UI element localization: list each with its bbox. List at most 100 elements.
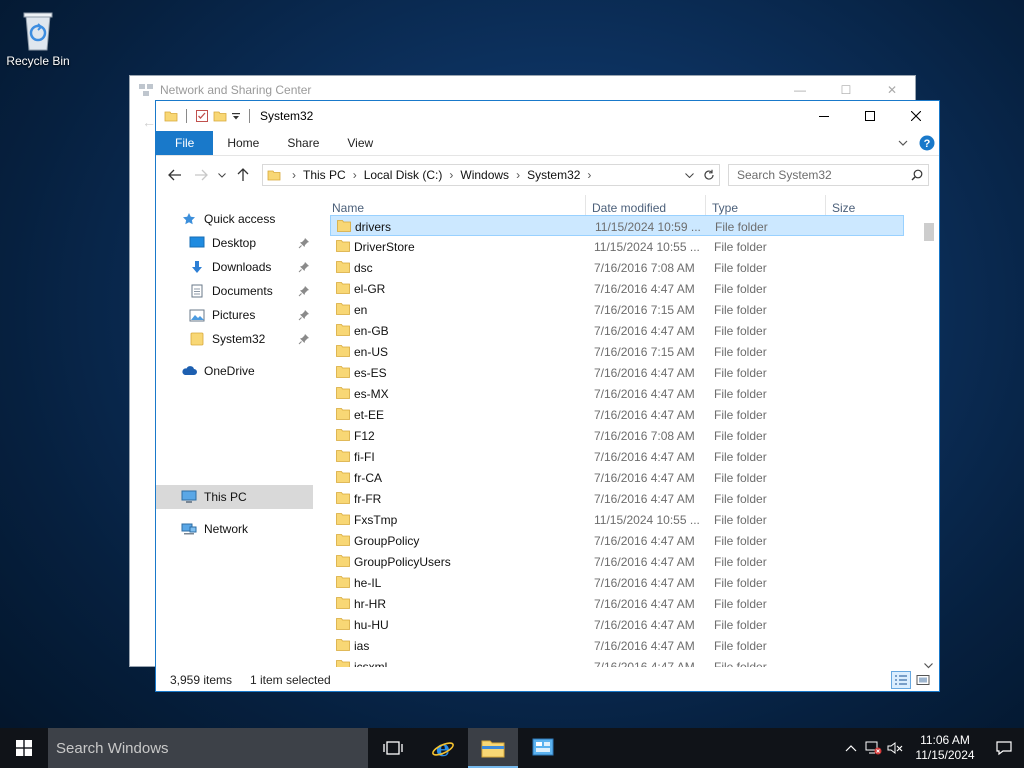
file-row[interactable]: drivers 11/15/2024 10:59 ... File folder [330,215,904,236]
recycle-bin-icon [18,8,58,52]
back-button[interactable] [162,162,188,188]
nav-onedrive[interactable]: OneDrive [180,360,255,382]
nav-label: Desktop [212,236,257,250]
pin-icon [298,333,310,345]
nav-network[interactable]: Network [180,518,248,540]
file-type: File folder [714,387,767,401]
file-row[interactable]: es-ES 7/16/2016 4:47 AM File folder [330,362,904,383]
breadcrumb-this-pc[interactable]: This PC [303,168,346,182]
chevron-right-icon[interactable]: › [580,168,598,182]
recent-locations-button[interactable] [214,162,230,188]
search-input[interactable] [729,167,906,183]
chevron-right-icon[interactable]: › [285,168,303,182]
help-icon[interactable]: ? [915,131,939,155]
file-row[interactable]: GroupPolicy 7/16/2016 4:47 AM File folder [330,530,904,551]
nav-documents[interactable]: Documents [188,280,309,302]
file-date-modified: 7/16/2016 4:47 AM [594,639,695,653]
address-dropdown-button[interactable] [679,165,699,185]
chevron-right-icon[interactable]: › [346,168,364,182]
chevron-right-icon[interactable]: › [509,168,527,182]
task-view-button[interactable] [368,728,418,768]
minimize-button[interactable] [801,101,847,131]
file-row[interactable]: FxsTmp 11/15/2024 10:55 ... File folder [330,509,904,530]
nav-pictures[interactable]: Pictures [188,304,309,326]
refresh-button[interactable] [699,165,719,185]
address-bar[interactable]: › This PC › Local Disk (C:) › Windows › … [262,164,720,186]
tab-home[interactable]: Home [213,131,273,155]
notification-icon [996,741,1012,756]
taskbar-internet-explorer[interactable]: e [418,728,468,768]
file-row[interactable]: ias 7/16/2016 4:47 AM File folder [330,635,904,656]
file-row[interactable]: fr-CA 7/16/2016 4:47 AM File folder [330,467,904,488]
file-row[interactable]: et-EE 7/16/2016 4:47 AM File folder [330,404,904,425]
action-center-button[interactable] [984,740,1024,756]
taskbar-file-explorer[interactable] [468,728,518,768]
star-icon [180,211,198,227]
file-row[interactable]: GroupPolicyUsers 7/16/2016 4:47 AM File fo… [330,551,904,572]
file-type: File folder [714,597,767,611]
maximize-button[interactable] [847,101,893,131]
file-explorer-window[interactable]: System32 File Home Share View ? › This P… [155,100,940,692]
scrollbar-thumb[interactable] [924,223,934,241]
file-row[interactable]: F12 7/16/2016 7:08 AM File folder [330,425,904,446]
details-view-icon[interactable] [891,671,911,689]
taskbar-control-panel[interactable] [518,728,568,768]
tab-file[interactable]: File [156,131,214,155]
breadcrumb-system32[interactable]: System32 [527,168,580,182]
file-date-modified: 7/16/2016 4:47 AM [594,534,695,548]
tab-view[interactable]: View [333,131,387,155]
recycle-bin-shortcut[interactable]: Recycle Bin [4,6,72,68]
folder-icon [336,554,350,567]
large-icons-view-icon[interactable] [913,671,933,689]
volume-muted-icon[interactable] [884,740,906,756]
expand-ribbon-icon[interactable] [891,131,915,155]
back-arrow-icon[interactable]: ← [142,114,156,130]
file-row[interactable]: el-GR 7/16/2016 4:47 AM File folder [330,278,904,299]
forward-button[interactable] [188,162,214,188]
show-hidden-icons-icon[interactable] [840,744,862,752]
file-row[interactable]: hr-HR 7/16/2016 4:47 AM File folder [330,593,904,614]
new-folder-icon[interactable] [213,109,227,123]
breadcrumb-local-disk[interactable]: Local Disk (C:) [364,168,443,182]
start-button[interactable] [0,728,48,768]
file-row[interactable]: en 7/16/2016 7:15 AM File folder [330,299,904,320]
nav-desktop[interactable]: Desktop [188,232,309,254]
up-button[interactable] [230,162,256,188]
file-row[interactable]: fi-FI 7/16/2016 4:47 AM File folder [330,446,904,467]
file-row[interactable]: icsxml 7/16/2016 4:47 AM File folder [330,656,904,667]
file-row[interactable]: DriverStore 11/15/2024 10:55 ... File fold… [330,236,904,257]
clock[interactable]: 11:06 AM 11/15/2024 [910,733,980,763]
title-bar[interactable]: System32 [156,101,939,131]
file-row[interactable]: en-US 7/16/2016 7:15 AM File folder [330,341,904,362]
folder-icon [336,596,350,609]
chevron-right-icon[interactable]: › [442,168,460,182]
file-row[interactable]: en-GB 7/16/2016 4:47 AM File folder [330,320,904,341]
file-type: File folder [714,450,767,464]
folder-icon [336,407,350,420]
search-icon[interactable] [906,169,928,181]
file-row[interactable]: dsc 7/16/2016 7:08 AM File folder [330,257,904,278]
nav-label: System32 [212,332,266,346]
file-row[interactable]: fr-FR 7/16/2016 4:47 AM File folder [330,488,904,509]
file-row[interactable]: es-MX 7/16/2016 4:47 AM File folder [330,383,904,404]
pin-icon [298,261,310,273]
taskbar-search-box[interactable]: Search Windows [48,728,368,768]
network-disconnected-icon[interactable] [862,740,884,756]
vertical-scrollbar[interactable] [920,211,937,669]
taskbar-search-placeholder: Search Windows [56,739,169,757]
file-row[interactable]: he-IL 7/16/2016 4:47 AM File folder [330,572,904,593]
file-row[interactable]: hu-HU 7/16/2016 4:47 AM File folder [330,614,904,635]
close-button[interactable] [893,101,939,131]
file-date-modified: 7/16/2016 4:47 AM [594,324,695,338]
customize-toolbar-icon[interactable] [231,109,241,123]
navigation-bar: › This PC › Local Disk (C:) › Windows › … [156,156,939,194]
file-name: en-GB [354,324,389,338]
nav-downloads[interactable]: Downloads [188,256,310,278]
breadcrumb-windows[interactable]: Windows [460,168,509,182]
tab-share[interactable]: Share [273,131,333,155]
search-box[interactable] [728,164,929,186]
nav-this-pc[interactable]: This PC [180,486,247,508]
nav-quick-access[interactable]: Quick access [180,208,275,230]
nav-system32[interactable]: System32 [188,328,310,350]
properties-icon[interactable] [195,109,209,123]
